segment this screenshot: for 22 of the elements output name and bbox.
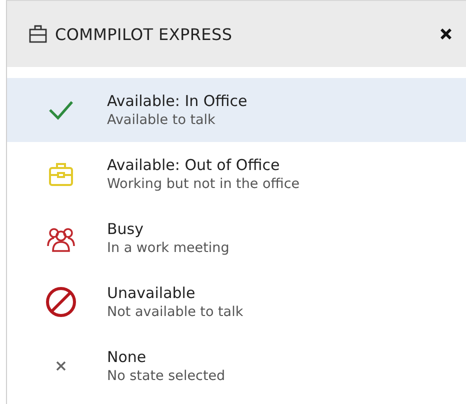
status-description: Available to talk [107,110,216,128]
status-option[interactable]: Available: In Office Available to talk [7,78,466,142]
x-icon [56,361,66,371]
briefcase-icon [47,160,75,188]
status-title: Available: Out of Office [107,156,281,174]
status-title: Unavailable [107,284,196,302]
status-option[interactable]: Busy In a work meeting [7,206,466,270]
panel-title: COMMPILOT EXPRESS [55,24,234,44]
blocked-icon [45,286,77,318]
status-title: Available: In Office [107,92,248,110]
status-description: Working but not in the office [107,174,300,192]
status-option[interactable]: Unavailable Not available to talk [7,270,466,334]
status-option[interactable]: None No state selected [7,334,466,398]
close-button[interactable] [440,28,452,40]
status-title: Busy [107,220,144,238]
briefcase-icon [29,25,47,43]
status-description: No state selected [107,366,226,384]
checkmark-icon [48,100,74,120]
status-title: None [107,348,148,366]
status-description: Not available to talk [107,302,244,320]
status-option[interactable]: Available: Out of Office Working but not in the office [7,142,466,206]
status-description: In a work meeting [107,238,230,256]
